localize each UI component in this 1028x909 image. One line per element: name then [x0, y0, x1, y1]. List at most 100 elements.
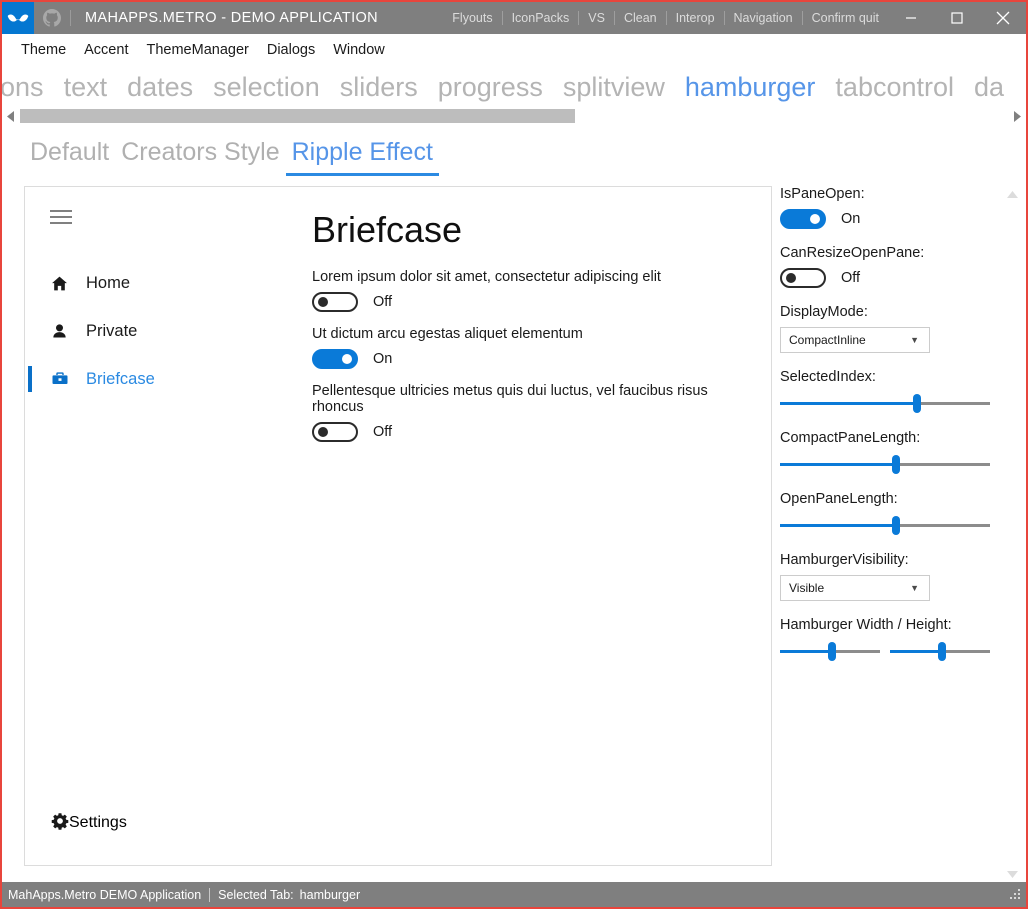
app-logo: [2, 2, 34, 34]
setting-selected-index: SelectedIndex:: [780, 369, 996, 414]
title-menu-iconpacks[interactable]: IconPacks: [503, 2, 579, 34]
hamburger-visibility-combobox[interactable]: Visible ▼: [780, 575, 930, 601]
close-button[interactable]: [980, 2, 1026, 34]
subtab-ripple-effect[interactable]: Ripple Effect: [285, 137, 439, 176]
subtab-default[interactable]: Default: [24, 137, 115, 176]
menu-bar: Theme Accent ThemeManager Dialogs Window: [2, 34, 1026, 66]
title-menu-interop[interactable]: Interop: [667, 2, 724, 34]
resize-grip-icon[interactable]: [1008, 887, 1022, 904]
hscroll-track[interactable]: [20, 109, 1008, 123]
maximize-button[interactable]: [934, 2, 980, 34]
chevron-left-icon: [7, 110, 14, 122]
settings-panel: IsPaneOpen: On CanResizeOpenPane: Off Di…: [780, 186, 996, 678]
toggle-state-3: Off: [373, 424, 393, 440]
toggle-description-1: Lorem ipsum dolor sit amet, consectetur …: [312, 269, 661, 285]
display-mode-combobox[interactable]: CompactInline ▼: [780, 327, 930, 353]
slider-hamburger-width[interactable]: [780, 640, 880, 662]
tab-progress[interactable]: progress: [428, 67, 553, 107]
slider-compact-pane-length[interactable]: [780, 453, 990, 475]
scroll-left-button[interactable]: [2, 110, 20, 122]
setting-can-resize-open-pane: CanResizeOpenPane: Off: [780, 245, 996, 288]
menu-theme[interactable]: Theme: [12, 35, 75, 65]
window-title: MAHAPPS.METRO - DEMO APPLICATION: [85, 10, 378, 26]
menu-dialogs[interactable]: Dialogs: [258, 35, 324, 65]
label-display-mode: DisplayMode:: [780, 304, 868, 320]
tab-selection[interactable]: selection: [203, 67, 330, 107]
splitview-control: Home Private Briefcase Settings Briefcas…: [24, 186, 772, 866]
slider-thumb[interactable]: [828, 642, 836, 661]
hamburger-menu-icon[interactable]: [37, 197, 85, 237]
slider-thumb[interactable]: [912, 394, 921, 413]
minimize-button[interactable]: [888, 2, 934, 34]
nav-item-private[interactable]: Private: [25, 307, 256, 355]
nav-label-home: Home: [86, 273, 131, 292]
tab-sliders[interactable]: sliders: [330, 67, 428, 107]
toggle-switch-2[interactable]: [312, 349, 358, 369]
subtab-creators-style[interactable]: Creators Style: [115, 137, 285, 176]
nav-label-private: Private: [86, 321, 138, 340]
mustache-icon: [7, 14, 29, 22]
label-hamburger-size: Hamburger Width / Height:: [780, 617, 952, 633]
slider-hamburger-height[interactable]: [890, 640, 990, 662]
slider-open-pane-length[interactable]: [780, 514, 990, 536]
tab-hamburger[interactable]: hamburger: [675, 67, 826, 107]
slider-thumb[interactable]: [938, 642, 946, 661]
state-can-resize-open-pane: Off: [841, 270, 861, 286]
row-is-pane-open: On: [780, 209, 996, 229]
nav-list: Home Private Briefcase: [25, 259, 256, 403]
toggle-row-1: Off: [312, 292, 751, 312]
scroll-right-button[interactable]: [1008, 110, 1026, 122]
person-icon: [51, 323, 77, 340]
setting-hamburger-visibility: HamburgerVisibility: Visible ▼: [780, 552, 996, 601]
slider-thumb[interactable]: [891, 516, 900, 535]
hamburger-bar: [50, 210, 72, 212]
splitview-pane: Home Private Briefcase Settings: [25, 187, 256, 865]
toggle-can-resize-open-pane[interactable]: [780, 268, 826, 288]
tab-splitview[interactable]: splitview: [553, 67, 675, 107]
menu-window[interactable]: Window: [324, 35, 394, 65]
label-open-pane-length: OpenPaneLength:: [780, 491, 898, 507]
setting-is-pane-open: IsPaneOpen: On: [780, 186, 996, 229]
slider-track-filled: [780, 524, 896, 527]
tab-buttons[interactable]: uttons: [2, 67, 54, 107]
title-bar: MAHAPPS.METRO - DEMO APPLICATION Flyouts…: [2, 2, 1026, 34]
hscroll-thumb[interactable]: [20, 109, 575, 123]
tab-text[interactable]: text: [54, 67, 118, 107]
menu-thememanager[interactable]: ThemeManager: [137, 35, 257, 65]
nav-item-home[interactable]: Home: [25, 259, 256, 307]
pane-spacer: [25, 403, 256, 799]
hamburger-bar: [50, 216, 72, 218]
slider-track-filled: [780, 650, 832, 653]
slider-track-filled: [890, 650, 942, 653]
label-is-pane-open: IsPaneOpen:: [780, 186, 865, 202]
vertical-scrollbar[interactable]: [1004, 186, 1020, 882]
chevron-down-icon: ▼: [910, 583, 919, 593]
title-menu-vs[interactable]: VS: [579, 2, 614, 34]
scroll-down-arrow-icon: [1006, 870, 1018, 878]
tabstrip-horizontal-scrollbar[interactable]: [2, 108, 1026, 124]
row-can-resize-open-pane: Off: [780, 268, 996, 288]
menu-accent[interactable]: Accent: [75, 35, 137, 65]
tab-dates[interactable]: dates: [117, 67, 203, 107]
title-menu-clean[interactable]: Clean: [615, 2, 666, 34]
slider-thumb[interactable]: [891, 455, 900, 474]
toggle-switch-1[interactable]: [312, 292, 358, 312]
setting-display-mode: DisplayMode: CompactInline ▼: [780, 304, 996, 353]
nav-item-settings[interactable]: Settings: [25, 799, 256, 847]
github-button[interactable]: [34, 2, 70, 34]
maximize-icon: [951, 12, 963, 24]
status-bar: MahApps.Metro DEMO Application Selected …: [2, 882, 1026, 907]
toggle-switch-3[interactable]: [312, 422, 358, 442]
scroll-down-button[interactable]: [1006, 866, 1018, 882]
tab-datagrid[interactable]: da: [964, 67, 1014, 107]
toggle-is-pane-open[interactable]: [780, 209, 826, 229]
nav-item-briefcase[interactable]: Briefcase: [25, 355, 256, 403]
title-menu: Flyouts IconPacks VS Clean Interop Navig…: [443, 2, 888, 34]
title-menu-confirm-quit[interactable]: Confirm quit: [803, 2, 888, 34]
toggle-state-1: Off: [373, 294, 393, 310]
title-menu-navigation[interactable]: Navigation: [725, 2, 802, 34]
slider-selected-index[interactable]: [780, 392, 990, 414]
tab-tabcontrol[interactable]: tabcontrol: [825, 67, 964, 107]
scroll-up-button[interactable]: [1006, 186, 1018, 202]
title-menu-flyouts[interactable]: Flyouts: [443, 2, 501, 34]
